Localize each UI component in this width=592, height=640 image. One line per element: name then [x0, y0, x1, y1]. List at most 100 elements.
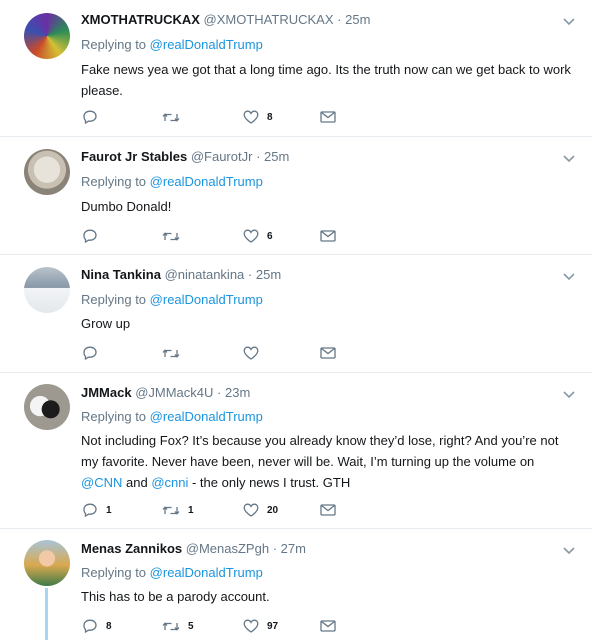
chevron-down-icon[interactable] — [562, 546, 576, 556]
avatar[interactable] — [24, 13, 70, 59]
tweet-text: Fake news yea we got that a long time ag… — [81, 62, 571, 98]
mention-link[interactable]: @CNN — [81, 475, 122, 490]
retweet-icon — [162, 622, 180, 631]
tweet[interactable]: Faurot Jr Stables @FaurotJr · 25m Replyi… — [0, 137, 592, 254]
chevron-down-icon[interactable] — [562, 390, 576, 400]
replying-to-mention[interactable]: @realDonaldTrump — [150, 292, 263, 307]
tweet-header: Nina Tankina @ninatankina · 25m — [81, 267, 281, 282]
display-name[interactable]: Nina Tankina — [81, 267, 161, 282]
direct-message-icon — [320, 230, 336, 242]
replying-to: Replying to @realDonaldTrump — [81, 37, 263, 52]
like-button[interactable] — [243, 346, 267, 360]
like-icon — [243, 619, 259, 633]
display-name[interactable]: JMMack — [81, 385, 132, 400]
like-button[interactable]: 6 — [243, 229, 273, 243]
retweet-button[interactable]: 1 — [162, 504, 194, 517]
direct-message-button[interactable] — [320, 620, 336, 632]
retweet-icon — [162, 506, 180, 515]
tweet-text: This has to be a parody account. — [81, 589, 270, 604]
display-name[interactable]: Menas Zannikos — [81, 541, 182, 556]
like-button[interactable]: 8 — [243, 110, 273, 124]
avatar[interactable] — [24, 267, 70, 313]
separator: · — [256, 149, 261, 164]
direct-message-button[interactable] — [320, 111, 336, 123]
timestamp[interactable]: 25m — [264, 149, 289, 164]
user-handle[interactable]: @JMMack4U — [135, 385, 213, 400]
replying-to-label: Replying to — [81, 409, 147, 424]
like-button[interactable]: 20 — [243, 503, 278, 517]
chevron-down-icon[interactable] — [562, 17, 576, 27]
tweet[interactable]: Menas Zannikos @MenasZPgh · 27m Replying… — [0, 529, 592, 640]
retweet-icon — [162, 113, 180, 122]
display-name[interactable]: XMOTHATRUCKAX — [81, 12, 200, 27]
timestamp[interactable]: 25m — [256, 267, 281, 282]
tweet-text: Not including Fox? It’s because you alre… — [81, 430, 571, 493]
tweet-text: Grow up — [81, 316, 131, 331]
chevron-down-icon[interactable] — [562, 154, 576, 164]
replying-to: Replying to @realDonaldTrump — [81, 409, 263, 424]
replying-to: Replying to @realDonaldTrump — [81, 174, 263, 189]
avatar[interactable] — [24, 384, 70, 430]
user-handle[interactable]: @ninatankina — [165, 267, 245, 282]
reply-count: 1 — [106, 504, 112, 516]
reply-icon — [83, 619, 97, 633]
timestamp[interactable]: 27m — [281, 541, 306, 556]
reply-button[interactable] — [82, 110, 106, 124]
reply-icon — [83, 346, 97, 360]
retweet-button[interactable] — [162, 230, 188, 243]
reply-icon — [83, 503, 97, 517]
like-count: 6 — [267, 230, 273, 242]
direct-message-button[interactable] — [320, 347, 336, 359]
separator: · — [217, 385, 222, 400]
avatar[interactable] — [24, 540, 70, 586]
replying-to-label: Replying to — [81, 292, 147, 307]
replying-to-mention[interactable]: @realDonaldTrump — [150, 565, 263, 580]
mention-link[interactable]: @cnni — [151, 475, 188, 490]
like-count: 20 — [267, 504, 279, 516]
tweet-text-part: Not including Fox? It’s because you alre… — [81, 433, 559, 469]
separator: · — [337, 12, 342, 27]
direct-message-button[interactable] — [320, 230, 336, 242]
replying-to-mention[interactable]: @realDonaldTrump — [150, 174, 263, 189]
like-button[interactable]: 97 — [243, 619, 278, 633]
reply-button[interactable] — [82, 229, 106, 243]
retweet-button[interactable] — [162, 347, 188, 360]
like-icon — [243, 229, 259, 243]
tweet[interactable]: XMOTHATRUCKAX @XMOTHATRUCKAX · 25m Reply… — [0, 0, 592, 136]
tweet-text-part: - the only news I trust. GTH — [188, 475, 351, 490]
direct-message-icon — [320, 347, 336, 359]
avatar[interactable] — [24, 149, 70, 195]
replying-to-label: Replying to — [81, 37, 147, 52]
like-count: 8 — [267, 111, 273, 123]
tweet-header: JMMack @JMMack4U · 23m — [81, 385, 250, 400]
separator: · — [272, 541, 278, 556]
like-icon — [243, 346, 259, 360]
retweet-button[interactable]: 5 — [162, 620, 194, 633]
tweet[interactable]: Nina Tankina @ninatankina · 25m Replying… — [0, 255, 592, 372]
tweet-text: Dumbo Donald! — [81, 199, 172, 214]
reply-icon — [83, 229, 97, 243]
like-icon — [243, 503, 259, 517]
tweet-header: XMOTHATRUCKAX @XMOTHATRUCKAX · 25m — [81, 12, 370, 27]
direct-message-button[interactable] — [320, 504, 336, 516]
retweet-button[interactable] — [162, 111, 188, 124]
user-handle[interactable]: @FaurotJr — [191, 149, 253, 164]
reply-button[interactable]: 1 — [82, 503, 112, 517]
reply-button[interactable]: 8 — [82, 619, 112, 633]
reply-icon — [83, 110, 97, 124]
user-handle[interactable]: @XMOTHATRUCKAX — [204, 12, 334, 27]
user-handle[interactable]: @MenasZPgh — [186, 541, 269, 556]
timestamp[interactable]: 23m — [225, 385, 250, 400]
replying-to: Replying to @realDonaldTrump — [81, 565, 263, 580]
retweet-icon — [162, 349, 180, 358]
display-name[interactable]: Faurot Jr Stables — [81, 149, 187, 164]
replying-to-label: Replying to — [81, 565, 147, 580]
replying-to: Replying to @realDonaldTrump — [81, 292, 263, 307]
replying-to-mention[interactable]: @realDonaldTrump — [150, 37, 263, 52]
tweet[interactable]: JMMack @JMMack4U · 23m Replying to @real… — [0, 373, 592, 528]
replying-to-mention[interactable]: @realDonaldTrump — [150, 409, 263, 424]
like-icon — [243, 110, 259, 124]
reply-button[interactable] — [82, 346, 106, 360]
chevron-down-icon[interactable] — [562, 272, 576, 282]
timestamp[interactable]: 25m — [345, 12, 370, 27]
